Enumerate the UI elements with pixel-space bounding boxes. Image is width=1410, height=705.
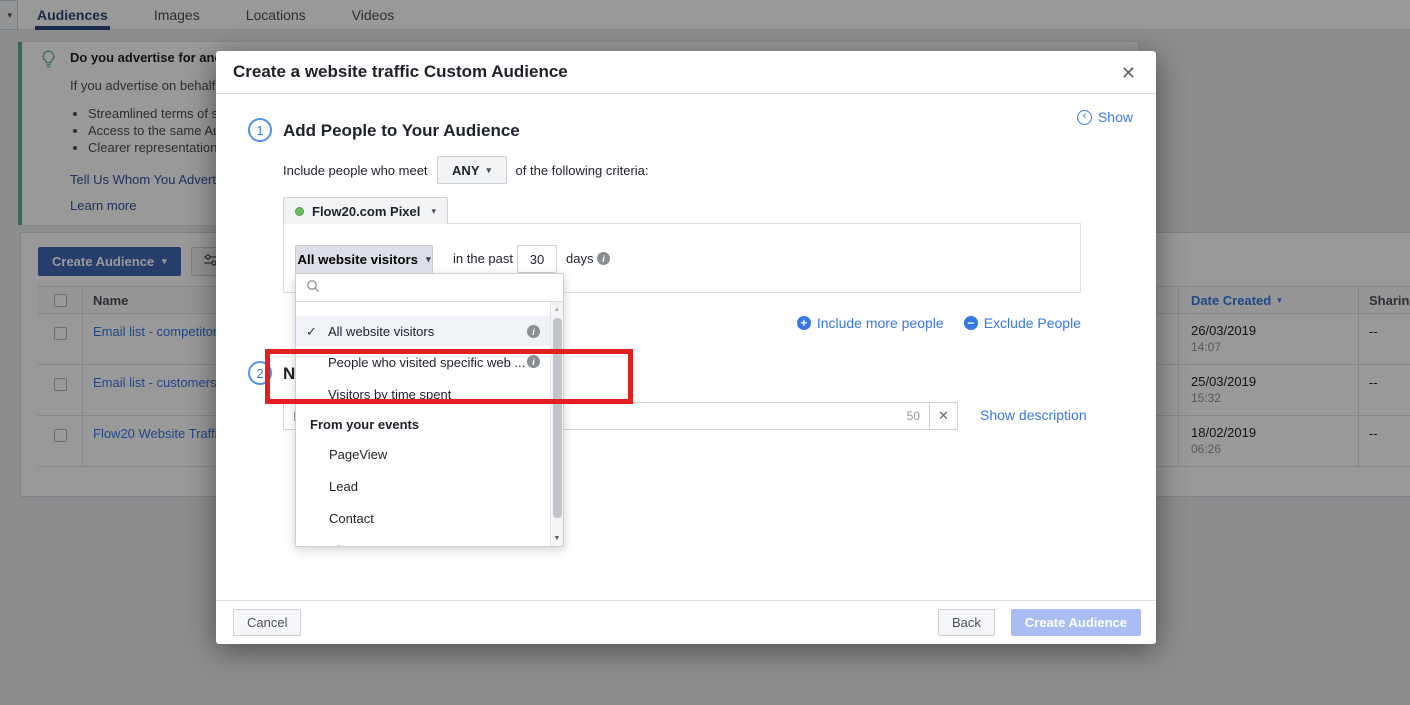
show-description-link[interactable]: Show description [980,407,1087,423]
info-icon[interactable]: i [527,355,540,368]
create-audience-submit-button[interactable]: Create Audience [1011,609,1141,636]
exclude-people-link[interactable]: − Exclude People [964,315,1081,331]
modal-body: ‹ Show 1 Add People to Your Audience Inc… [216,94,1156,600]
days-label: days [566,245,593,273]
show-toggle-link[interactable]: ‹ Show [1077,109,1133,125]
scroll-up-icon[interactable]: ▲ [551,306,563,313]
visitor-type-dropdown[interactable]: All website visitors ▾ [295,245,433,273]
pixel-active-dot-icon [295,207,304,216]
character-count: 50 [907,409,929,423]
close-icon[interactable]: ✕ [1117,61,1140,86]
close-icon: ✕ [938,408,949,424]
option-label: All website visitors [328,324,434,339]
caret-down-icon: ▾ [426,254,431,265]
back-button[interactable]: Back [938,609,995,636]
cancel-button[interactable]: Cancel [233,609,301,636]
caret-down-icon: ▾ [487,165,492,176]
create-custom-audience-modal: Create a website traffic Custom Audience… [216,51,1156,644]
caret-down-icon: ▾ [431,206,436,217]
option-lead[interactable]: Lead [296,470,550,502]
show-label: Show [1098,109,1133,125]
info-icon[interactable]: i [597,252,610,265]
modal-header: Create a website traffic Custom Audience… [216,51,1156,94]
option-viewcontent[interactable]: ViewContent [296,534,550,546]
include-suffix-label: of the following criteria: [516,163,649,178]
match-type-dropdown[interactable]: ANY ▾ [437,156,507,184]
info-icon[interactable]: i [527,325,540,338]
clear-input-button[interactable]: ✕ [929,403,957,429]
modal-title: Create a website traffic Custom Audience [233,62,568,82]
visitor-type-dropdown-menu: ✓ All website visitors i People who visi… [295,273,564,547]
plus-circle-icon: + [797,316,811,330]
retention-days-input[interactable] [517,245,557,273]
pixel-name: Flow20.com Pixel [312,204,420,219]
audience-rule-actions: + Include more people − Exclude People [797,315,1081,331]
match-type-value: ANY [452,163,479,178]
visitor-type-value: All website visitors [297,252,418,267]
option-contact[interactable]: Contact [296,502,550,534]
dropdown-search-input[interactable] [296,274,563,302]
include-more-label: Include more people [817,315,944,331]
option-pageview[interactable]: PageView [296,438,550,470]
check-icon: ✓ [306,324,317,340]
scrollbar-thumb[interactable] [553,318,562,518]
match-criteria-line: Include people who meet ANY ▾ of the fol… [283,156,649,184]
dropdown-option-list: ✓ All website visitors i People who visi… [296,302,550,546]
option-label: People who visited specific web ... [328,355,525,370]
include-more-people-link[interactable]: + Include more people [797,315,944,331]
scroll-down-icon[interactable]: ▼ [551,535,563,542]
in-the-past-label: in the past [453,245,513,273]
option-visitors-by-time-spent[interactable]: Visitors by time spent [296,378,550,410]
search-icon [306,279,320,296]
step-1-badge: 1 [248,118,272,142]
option-label: Visitors by time spent [328,387,451,402]
chevron-left-circle-icon: ‹ [1077,110,1092,125]
group-header-from-your-events: From your events [296,410,550,438]
option-all-website-visitors[interactable]: ✓ All website visitors i [296,316,550,346]
exclude-label: Exclude People [984,315,1081,331]
step-2-badge: 2 [248,361,272,385]
dropdown-scrollbar[interactable]: ▲ ▼ [550,302,563,546]
pixel-source-dropdown[interactable]: Flow20.com Pixel ▾ [283,197,448,224]
option-people-specific-pages[interactable]: People who visited specific web ... i [296,346,550,378]
minus-circle-icon: − [964,316,978,330]
step-1-heading: Add People to Your Audience [283,121,520,141]
modal-footer: Cancel Back Create Audience [216,600,1156,644]
screen: ▾ Audiences Images Locations Videos Do y… [0,0,1410,705]
include-prefix-label: Include people who meet [283,163,428,178]
